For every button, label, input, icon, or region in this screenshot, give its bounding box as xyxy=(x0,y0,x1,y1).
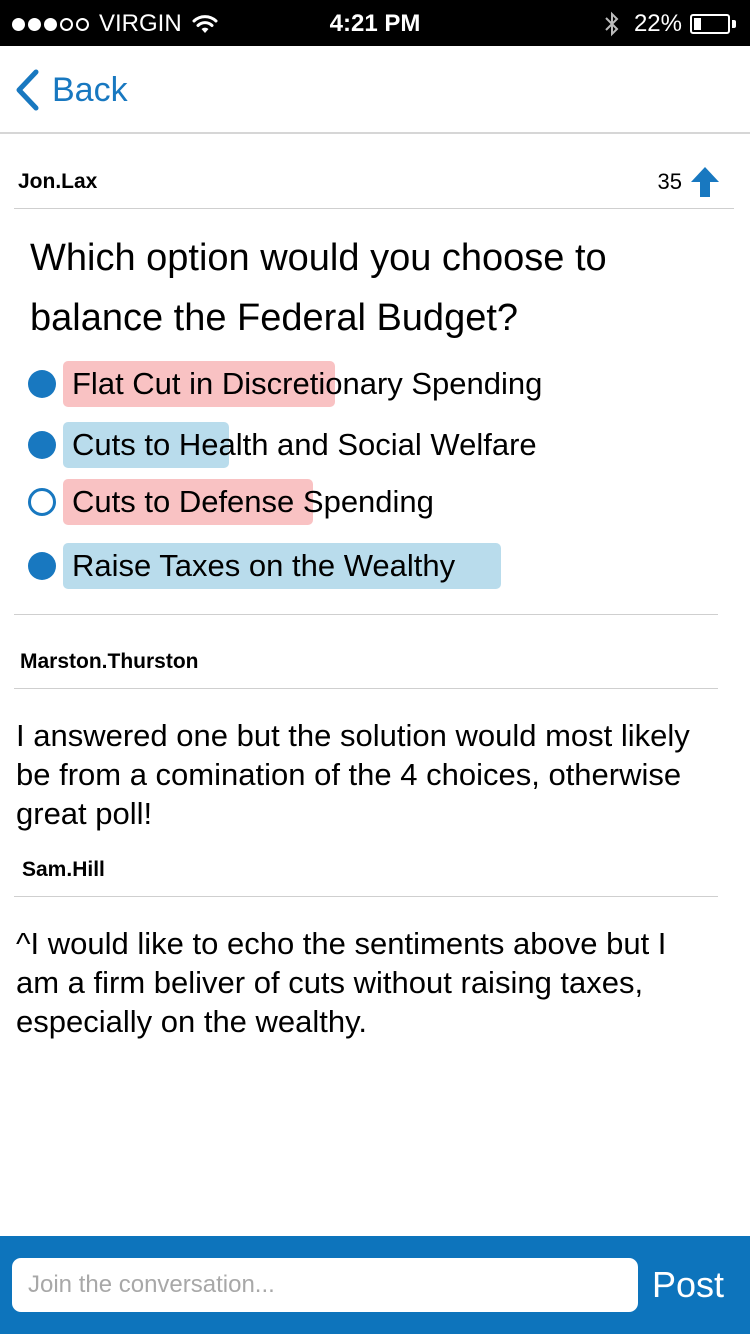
poll-option[interactable]: Flat Cut in Discretionary Spending xyxy=(28,361,542,407)
post-button[interactable]: Post xyxy=(652,1258,724,1312)
battery-nub xyxy=(732,20,736,28)
radio-empty-icon xyxy=(28,488,56,516)
radio-filled-icon xyxy=(28,370,56,398)
back-label: Back xyxy=(52,70,128,109)
divider xyxy=(14,688,718,689)
poll-question: Which option would you choose to balance… xyxy=(30,237,607,339)
comment-input[interactable] xyxy=(12,1258,638,1312)
comment-text: ^I would like to echo the sentiments abo… xyxy=(16,926,667,1039)
poll-option[interactable]: Raise Taxes on the Wealthy xyxy=(28,543,501,589)
poll-option[interactable]: Cuts to Defense Spending xyxy=(28,479,434,525)
vote-count-value: 35 xyxy=(657,169,682,194)
comment-author[interactable]: Sam.Hill xyxy=(22,858,105,882)
upvote-arrow-icon[interactable] xyxy=(690,166,720,198)
vote-count: 35 xyxy=(658,166,720,198)
poll-option-label: Raise Taxes on the Wealthy xyxy=(72,548,456,583)
back-button[interactable]: Back xyxy=(14,68,128,112)
divider xyxy=(14,896,718,897)
navigation-bar: Back xyxy=(0,46,750,134)
poll-option-label: Cuts to Health and Social Welfare xyxy=(72,427,537,462)
chevron-left-icon xyxy=(16,69,39,111)
battery-percent: 22% xyxy=(633,10,682,37)
battery-level xyxy=(694,18,701,30)
radio-filled-icon xyxy=(28,431,56,459)
comment-text: I answered one but the solution would mo… xyxy=(16,718,690,831)
bluetooth-icon xyxy=(605,11,619,37)
divider xyxy=(14,614,718,615)
comment-composer: Post xyxy=(0,1236,750,1334)
poll-option[interactable]: Cuts to Health and Social Welfare xyxy=(28,422,537,468)
post-author[interactable]: Jon.Lax xyxy=(18,170,97,194)
comment-author[interactable]: Marston.Thurston xyxy=(20,650,199,674)
battery-icon xyxy=(690,14,730,34)
poll-option-label: Cuts to Defense Spending xyxy=(72,484,434,519)
radio-filled-icon xyxy=(28,552,56,580)
status-bar: VIRGIN 4:21 PM 22% xyxy=(0,0,750,46)
poll-option-label: Flat Cut in Discretionary Spending xyxy=(72,366,543,401)
divider xyxy=(14,208,734,209)
